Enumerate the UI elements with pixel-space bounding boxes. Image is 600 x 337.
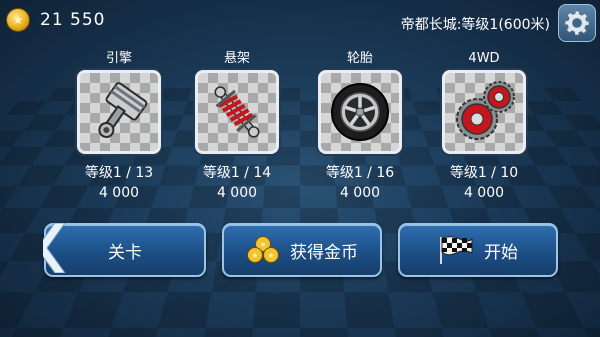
4wd-upgrade-tile[interactable] xyxy=(442,70,526,154)
part-price-4wd: 4 000 xyxy=(463,185,505,201)
coin-icon: ★ xyxy=(6,8,30,32)
tire-wheel-icon xyxy=(331,83,389,141)
stage-level-info: 帝都长城:等级1(600米) xyxy=(400,17,550,33)
stage-button[interactable]: 关卡 xyxy=(43,223,206,277)
upgrade-suspension: 悬架 等级1 / 14 4 000 xyxy=(187,50,287,201)
part-level-suspension: 等级1 / 14 xyxy=(202,165,272,181)
checkered-flag-icon xyxy=(440,236,473,264)
part-name-4wd: 4WD xyxy=(468,51,500,66)
part-level-tires: 等级1 / 16 xyxy=(325,165,395,181)
svg-text:★: ★ xyxy=(251,251,258,260)
back-arrow-icon xyxy=(43,223,69,273)
part-name-engine: 引擎 xyxy=(105,51,132,66)
gear-icon xyxy=(564,10,590,36)
part-price-suspension: 4 000 xyxy=(216,185,258,201)
start-button-label: 开始 xyxy=(484,242,518,263)
get-coins-button-label: 获得金币 xyxy=(290,242,358,263)
piston-icon xyxy=(98,82,148,139)
engine-upgrade-tile[interactable] xyxy=(77,70,161,154)
svg-text:★: ★ xyxy=(267,251,274,260)
upgrade-tires: 轮胎 等级1 / 16 4 000 xyxy=(310,50,410,201)
settings-button[interactable] xyxy=(558,4,596,42)
part-name-suspension: 悬架 xyxy=(223,51,250,66)
tires-upgrade-tile[interactable] xyxy=(318,70,402,154)
part-price-engine: 4 000 xyxy=(98,185,140,201)
coin-balance: ★ 21 550 xyxy=(6,8,105,32)
coins-stack-icon: ★ ★ ★ xyxy=(247,236,279,263)
get-coins-button[interactable]: ★ ★ ★ 获得金币 xyxy=(222,223,382,277)
gears-icon xyxy=(456,81,515,140)
start-button[interactable]: 开始 xyxy=(398,223,558,277)
part-price-tires: 4 000 xyxy=(339,185,381,201)
part-level-engine: 等级1 / 13 xyxy=(84,165,154,181)
upgrade-4wd: 4WD 等级1 / 10 4 000 xyxy=(434,50,534,201)
upgrade-engine: 引擎 等级1 / 13 4 000 xyxy=(69,50,169,201)
part-name-tires: 轮胎 xyxy=(346,51,373,66)
svg-text:★: ★ xyxy=(259,240,266,249)
suspension-upgrade-tile[interactable] xyxy=(195,70,279,154)
part-level-4wd: 等级1 / 10 xyxy=(449,165,519,181)
stage-button-label: 关卡 xyxy=(108,242,142,263)
suspension-spring-icon xyxy=(214,86,260,138)
coin-value: 21 550 xyxy=(40,10,106,30)
